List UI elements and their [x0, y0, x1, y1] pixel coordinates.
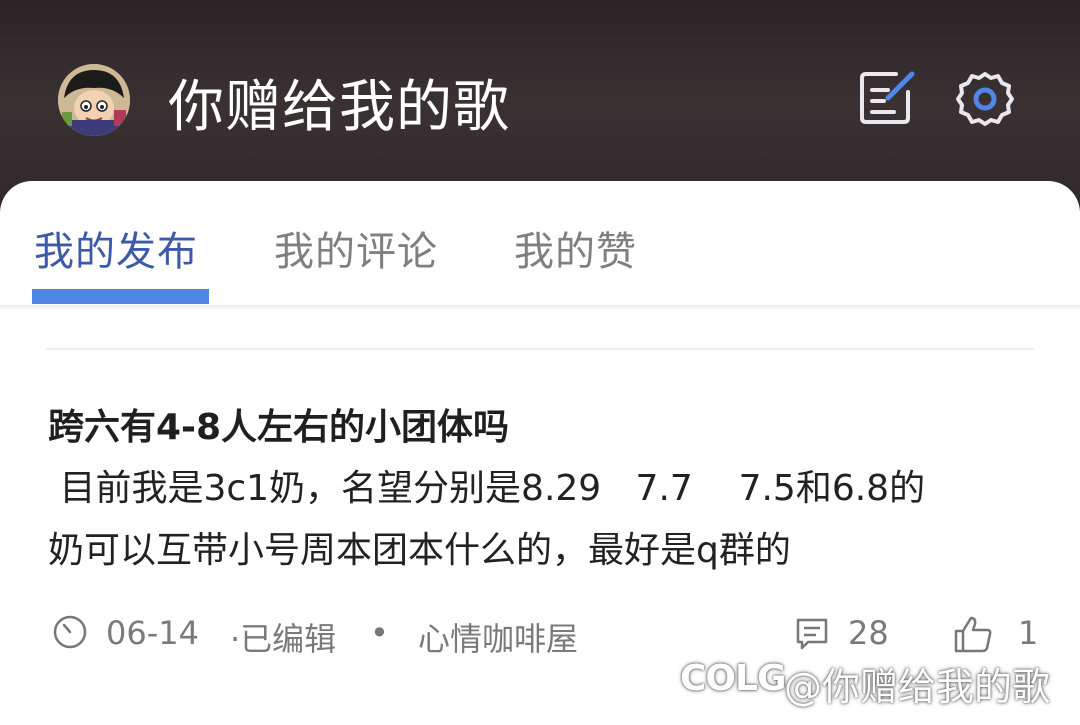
comment-icon[interactable]: [794, 616, 830, 652]
topic-link[interactable]: 心情咖啡屋: [418, 614, 578, 660]
tab-my-comments[interactable]: 我的评论: [274, 219, 438, 277]
watermark-text: @你赠给我的歌: [784, 665, 1051, 709]
tab-my-likes[interactable]: 我的赞: [514, 219, 637, 277]
edit-button[interactable]: [856, 68, 916, 128]
watermark: COLG @你赠给我的歌: [680, 652, 1070, 709]
settings-button[interactable]: [954, 68, 1016, 130]
active-tab-indicator: [32, 289, 209, 304]
avatar-image: [58, 64, 130, 136]
post-meta: 06-14 ·已编辑 • 心情咖啡屋 28 1: [48, 606, 1048, 658]
edit-icon: [860, 71, 915, 124]
edited-label: ·已编辑: [230, 620, 337, 658]
meta-separator: •: [370, 614, 389, 652]
tab-bar: 我的发布 我的评论 我的赞: [0, 181, 1080, 305]
post-date: 06-14: [106, 614, 199, 652]
avatar[interactable]: [58, 64, 130, 136]
page-title: 你赠给我的歌: [168, 75, 510, 140]
thumbs-up-icon[interactable]: [952, 614, 994, 654]
post-body[interactable]: 目前我是3c1奶，名望分别是8.29 7.7 7.5和6.8的 奶可以互带小号周…: [48, 458, 1038, 582]
list-divider: [46, 348, 1034, 350]
watermark-logo: COLG: [680, 658, 787, 699]
gear-icon: [956, 72, 1014, 126]
tab-my-posts[interactable]: 我的发布: [34, 219, 198, 277]
post-title[interactable]: 跨六有4-8人左右的小团体吗: [48, 398, 509, 450]
comment-count[interactable]: 28: [848, 614, 889, 652]
like-count[interactable]: 1: [1018, 614, 1038, 652]
tab-bar-shadow: [0, 305, 1080, 311]
clock-icon: [53, 615, 87, 649]
